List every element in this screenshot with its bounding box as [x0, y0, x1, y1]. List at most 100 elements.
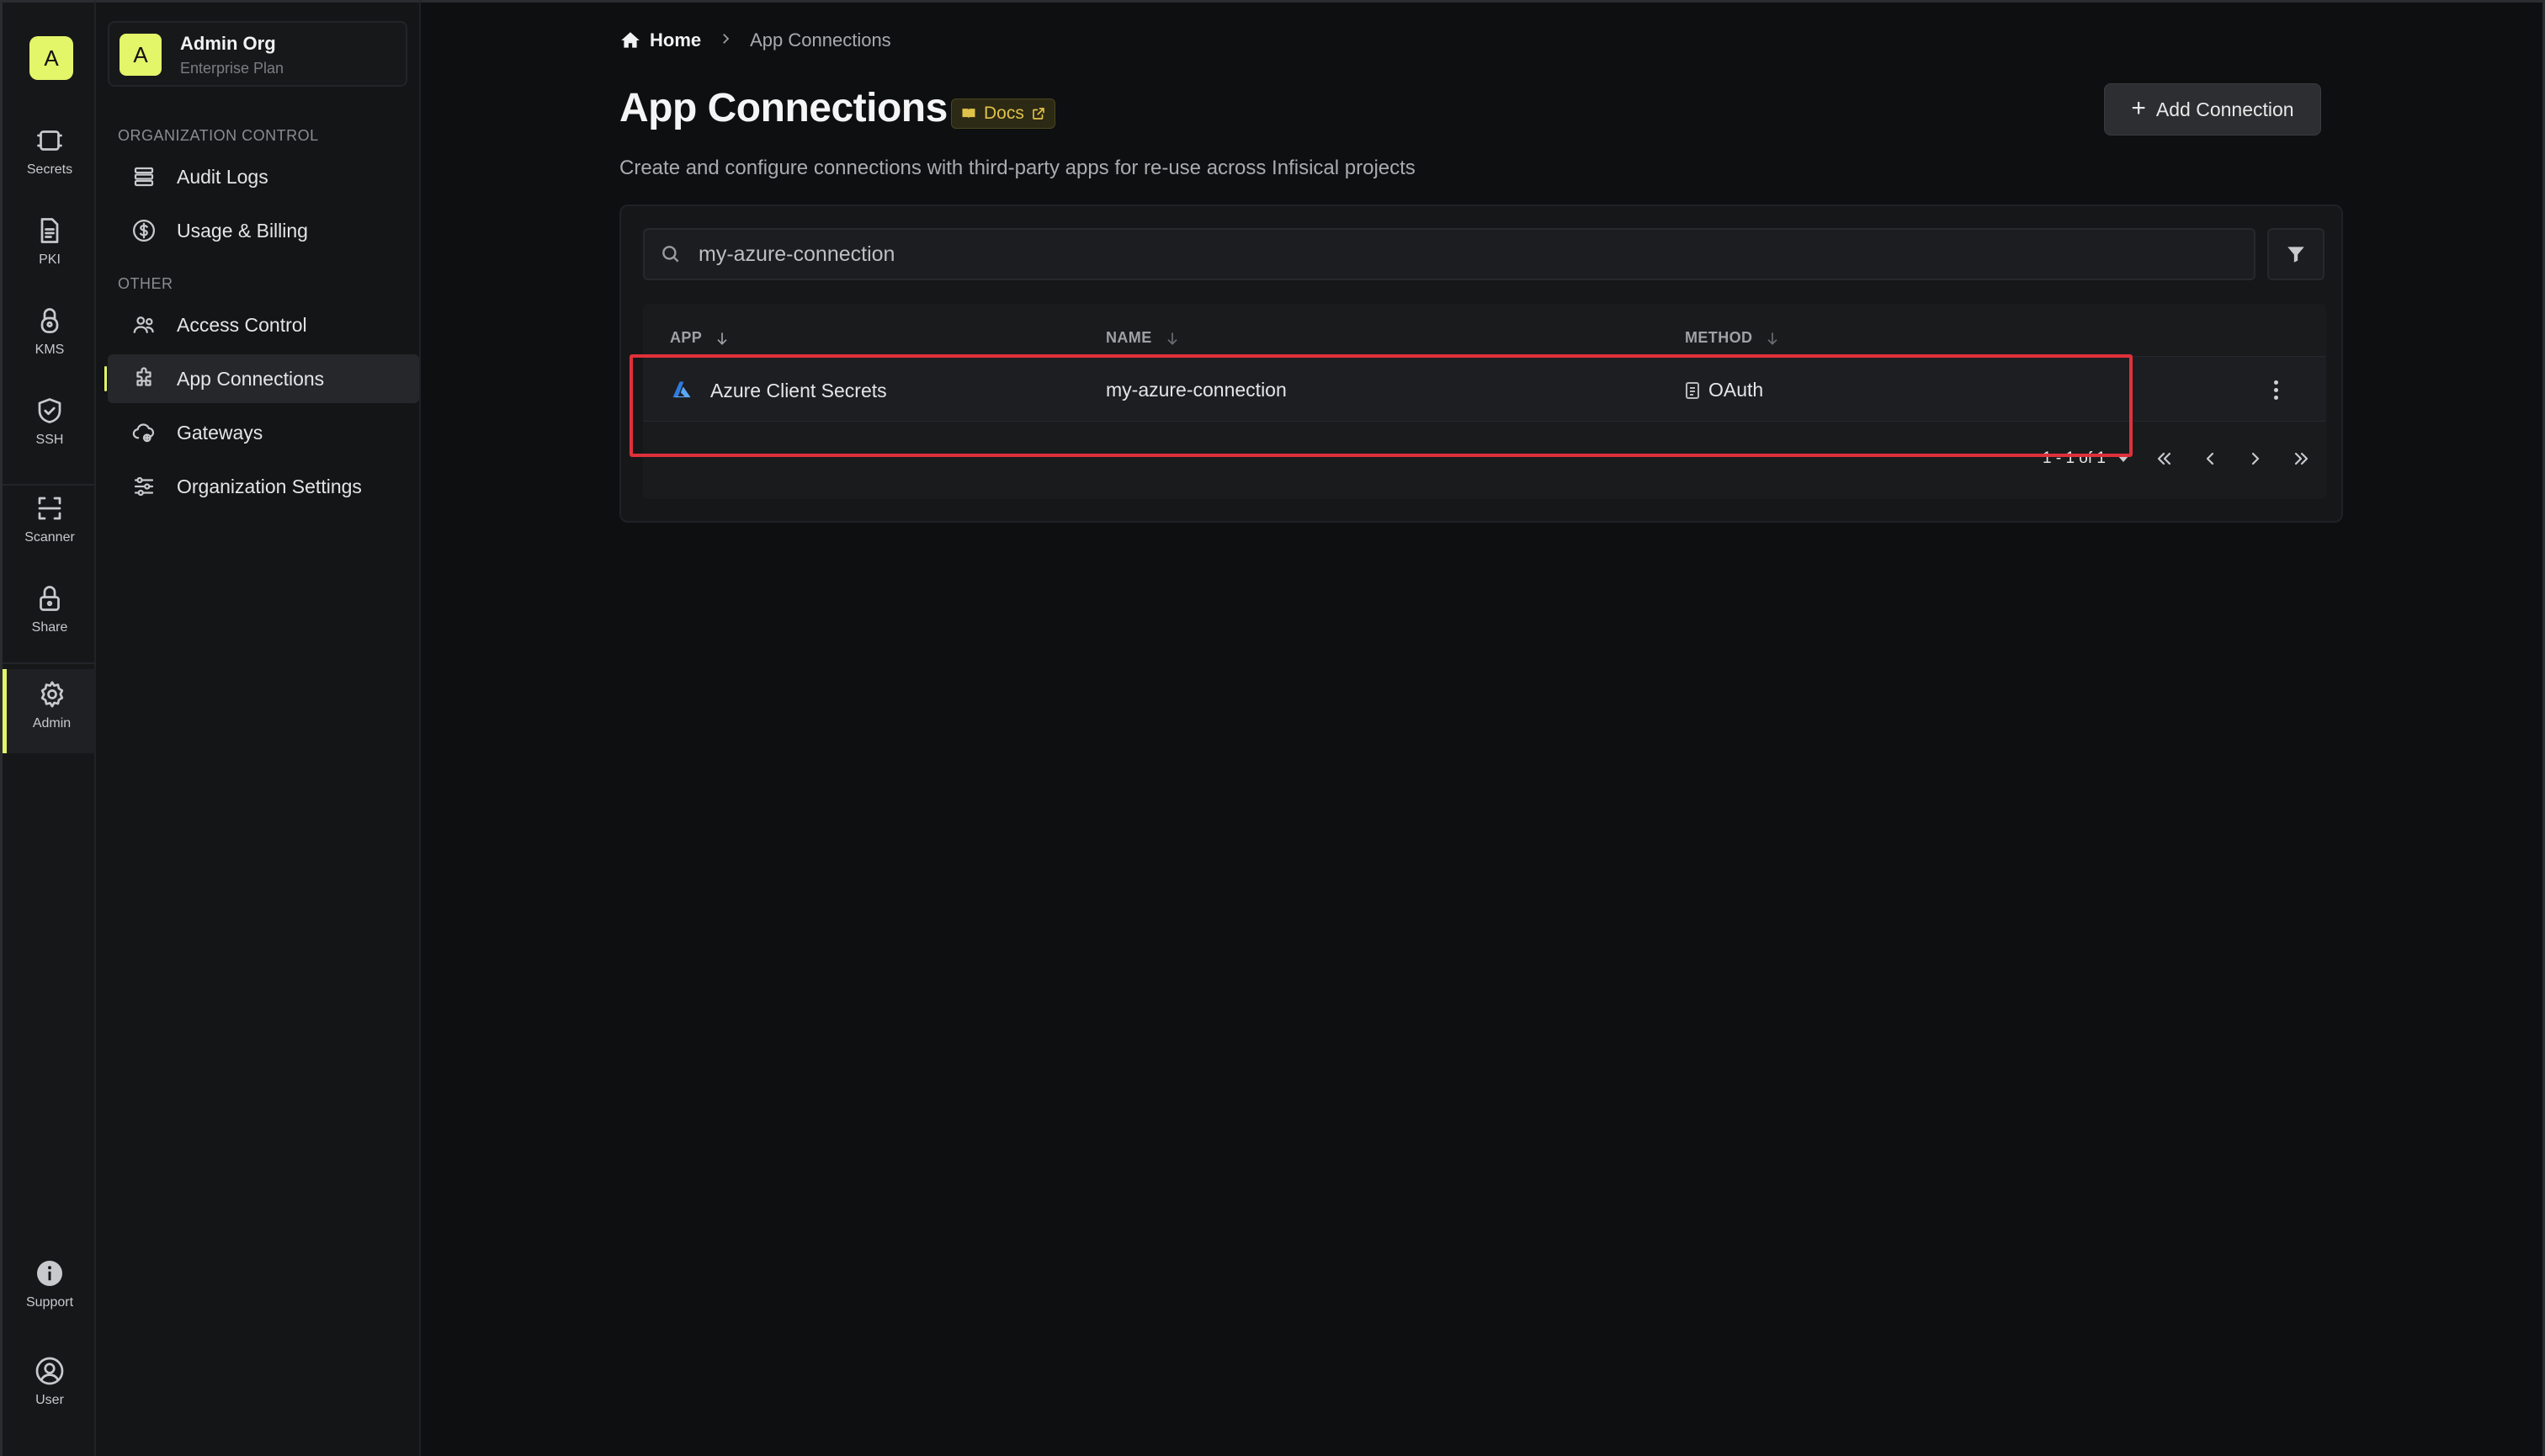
icon-rail: A Secrets PKI KMS SSH Scanner Share Admi… [0, 0, 97, 1456]
breadcrumb-home-label: Home [650, 29, 702, 50]
arrow-down-icon [1767, 332, 1777, 345]
sidebar-item-app-connections[interactable]: App Connections [104, 354, 419, 403]
cell-method-label: OAuth [1708, 379, 1764, 401]
section-title-other: OTHER [118, 275, 173, 292]
rail-divider [3, 484, 97, 486]
sidebar-item-label: Audit Logs [177, 165, 268, 188]
home-icon [621, 32, 640, 48]
sidebar-item-label: App Connections [177, 367, 325, 390]
org-name: Admin Org [180, 33, 276, 54]
rail-item-pki[interactable]: PKI [3, 215, 97, 268]
sidebar-item-label: Organization Settings [177, 475, 362, 497]
breadcrumb-home[interactable]: Home [619, 29, 701, 51]
sliders-icon [134, 476, 154, 497]
rail-item-kms[interactable]: KMS [3, 306, 97, 358]
shield-check-icon [38, 398, 61, 423]
lock-icon [40, 586, 60, 611]
column-header-label: METHOD [1685, 329, 1753, 346]
rail-item-label: SSH [35, 433, 64, 447]
rail-item-user[interactable]: User [3, 1356, 97, 1408]
column-header-method[interactable]: METHOD [1685, 329, 1781, 347]
user-circle-icon [35, 1357, 64, 1385]
dollar-circle-icon [133, 220, 155, 242]
page-size-select[interactable]: 1 - 1 of 1 [2043, 449, 2129, 468]
cloud-network-icon [132, 423, 155, 443]
add-connection-button[interactable]: + Add Connection [2104, 83, 2321, 136]
column-header-name[interactable]: NAME [1106, 329, 1181, 347]
docs-label: Docs [984, 104, 1024, 123]
column-header-label: NAME [1106, 329, 1152, 346]
sidebar-item-gateways[interactable]: Gateways [108, 408, 419, 457]
rail-item-label: Secrets [26, 162, 73, 177]
rail-item-label: KMS [35, 343, 65, 357]
info-icon [37, 1261, 62, 1286]
gear-icon [40, 681, 63, 708]
main-content: Home App Connections App Connections Doc… [421, 0, 2545, 1456]
book-icon [962, 109, 975, 119]
sidebar: A Admin Org Enterprise Plan ORGANIZATION… [96, 0, 421, 1456]
rail-item-share[interactable]: Share [3, 583, 97, 635]
rail-item-label: Scanner [24, 530, 75, 545]
search-icon [662, 246, 679, 263]
chevron-right-icon[interactable] [2245, 449, 2266, 469]
org-plan: Enterprise Plan [180, 60, 284, 77]
chevron-left-icon[interactable] [2200, 449, 2220, 469]
cell-name: my-azure-connection [1106, 379, 1287, 401]
row-options-icon[interactable] [2264, 377, 2287, 402]
arrow-down-icon [717, 332, 727, 345]
section-title-organization-control: ORGANIZATION CONTROL [118, 127, 319, 144]
search-box [643, 228, 2255, 280]
rail-item-support[interactable]: Support [3, 1258, 97, 1310]
org-avatar: A [120, 34, 162, 76]
page-subtitle: Create and configure connections with th… [619, 157, 1416, 179]
sidebar-item-usage-billing[interactable]: Usage & Billing [108, 206, 419, 255]
chevron-right-icon [718, 29, 733, 51]
puzzle-icon [136, 367, 151, 386]
arrow-down-icon [1167, 332, 1177, 345]
search-input[interactable] [699, 242, 2213, 267]
lock-key-icon [40, 308, 59, 333]
pagination-range: 1 - 1 of 1 [2043, 449, 2106, 467]
sidebar-item-label: Gateways [177, 421, 263, 444]
sidebar-item-label: Usage & Billing [177, 219, 308, 242]
docs-link[interactable]: Docs [951, 98, 1055, 129]
add-connection-label: Add Connection [2155, 98, 2294, 120]
list-icon [134, 167, 154, 187]
rail-item-label: PKI [39, 252, 61, 267]
breadcrumb: Home App Connections [619, 29, 891, 51]
page-title: App Connections [619, 86, 948, 130]
filter-button[interactable] [2267, 228, 2325, 280]
document-icon [40, 218, 59, 243]
caret-down-icon [2117, 455, 2129, 462]
chevrons-left-icon[interactable] [2154, 449, 2175, 469]
plus-icon: + [2131, 93, 2146, 122]
cell-method: OAuth [1685, 379, 1763, 401]
table-row[interactable]: Azure Client Secrets my-azure-connection… [643, 356, 2326, 422]
scan-icon [38, 497, 61, 520]
org-switcher[interactable]: A Admin Org Enterprise Plan [108, 21, 407, 87]
table-header: APP NAME METHOD [643, 304, 2326, 353]
key-card-icon [1686, 381, 1699, 399]
rail-item-secrets[interactable]: Secrets [3, 125, 97, 178]
rail-item-label: Share [31, 620, 68, 635]
azure-icon [672, 381, 691, 398]
vault-icon [37, 130, 62, 151]
pagination: 1 - 1 of 1 [2043, 449, 2311, 469]
filter-icon [2287, 247, 2304, 263]
rail-item-ssh[interactable]: SSH [3, 396, 97, 448]
column-header-app[interactable]: APP [670, 329, 731, 347]
sidebar-item-access-control[interactable]: Access Control [108, 300, 419, 349]
rail-item-label: User [35, 1393, 64, 1407]
connections-table: APP NAME METHOD Azure Client Secrets my- [643, 304, 2326, 499]
column-header-label: APP [670, 329, 703, 346]
cell-app-label: Azure Client Secrets [710, 379, 887, 401]
org-logo[interactable]: A [29, 36, 73, 80]
cell-app: Azure Client Secrets [670, 379, 887, 402]
breadcrumb-current: App Connections [750, 29, 891, 50]
chevrons-right-icon[interactable] [2291, 449, 2311, 469]
rail-item-scanner[interactable]: Scanner [3, 493, 97, 545]
sidebar-item-organization-settings[interactable]: Organization Settings [108, 462, 419, 511]
sidebar-item-label: Access Control [177, 313, 307, 336]
rail-item-admin[interactable]: Admin [3, 669, 97, 753]
sidebar-item-audit-logs[interactable]: Audit Logs [108, 152, 419, 201]
